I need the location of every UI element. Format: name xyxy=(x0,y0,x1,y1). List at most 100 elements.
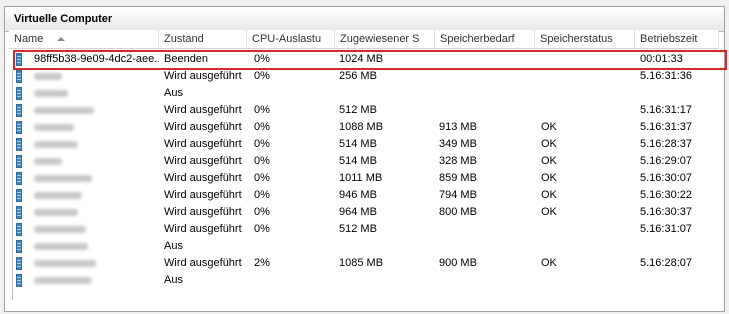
vm-status: OK xyxy=(541,121,557,133)
redacted-vm-name xyxy=(34,124,74,131)
vm-row[interactable]: Aus xyxy=(9,272,719,289)
vm-uptime: 5.16:31:17 xyxy=(640,104,692,116)
vm-status: OK xyxy=(541,172,557,184)
vm-cpu: 0% xyxy=(254,223,270,235)
vm-assigned: 1085 MB xyxy=(339,257,384,269)
vm-assigned: 256 MB xyxy=(339,70,377,82)
virtual-machine-icon xyxy=(16,172,22,185)
vm-state: Wird ausgeführt xyxy=(164,121,242,133)
column-header: Name Zustand CPU-Auslastu Zugewiesener S… xyxy=(9,30,719,49)
column-cpu-label: CPU-Auslastu xyxy=(252,33,322,45)
vm-row[interactable]: Aus xyxy=(9,85,719,102)
vm-row[interactable]: Aus xyxy=(9,238,719,255)
virtual-machine-icon xyxy=(16,257,22,270)
virtual-machine-icon xyxy=(16,223,22,236)
redacted-vm-name xyxy=(34,226,86,233)
vm-state: Wird ausgeführt xyxy=(164,104,242,116)
vm-state: Wird ausgeführt xyxy=(164,223,242,235)
vm-cpu: 0% xyxy=(254,172,270,184)
vm-row[interactable]: Wird ausgeführt 0% 1088 MB 913 MB OK 5.16:31:… xyxy=(9,119,719,136)
virtual-machine-icon xyxy=(16,138,22,151)
redacted-vm-name xyxy=(34,192,82,199)
vm-row[interactable]: Wird ausgeführt 0% 512 MB 5.16:31:07 xyxy=(9,221,719,238)
panel-title: Virtuelle Computer xyxy=(14,13,113,25)
virtual-machine-icon xyxy=(16,155,22,168)
vm-uptime: 5.16:28:37 xyxy=(640,138,692,150)
vm-state: Wird ausgeführt xyxy=(164,155,242,167)
column-memory-status[interactable]: Speicherstatus xyxy=(535,30,635,48)
vm-assigned: 512 MB xyxy=(339,104,377,116)
redacted-vm-name xyxy=(34,141,78,148)
redacted-vm-name xyxy=(34,90,68,97)
vm-cpu: 0% xyxy=(254,70,270,82)
vm-row[interactable]: Wird ausgeführt 0% 514 MB 349 MB OK 5.16:28:3… xyxy=(9,136,719,153)
virtual-machine-icon xyxy=(16,121,22,134)
vm-state: Wird ausgeführt xyxy=(164,172,242,184)
vm-cpu: 0% xyxy=(254,155,270,167)
vm-demand: 349 MB xyxy=(439,138,477,150)
vm-row[interactable]: Wird ausgeführt 0% 1011 MB 859 MB OK 5.16:30:… xyxy=(9,170,719,187)
vm-status: OK xyxy=(541,257,557,269)
vm-uptime: 5.16:30:22 xyxy=(640,189,692,201)
vm-state: Aus xyxy=(164,87,183,99)
vm-row[interactable]: Wird ausgeführt 0% 256 MB 5.16:31:36 xyxy=(9,68,719,85)
vm-cpu: 0% xyxy=(254,138,270,150)
virtual-machine-icon xyxy=(16,104,22,117)
vm-cpu: 0% xyxy=(254,206,270,218)
vm-state: Aus xyxy=(164,274,183,286)
column-memory-demand[interactable]: Speicherbedarf xyxy=(435,30,535,48)
column-assigned-memory[interactable]: Zugewiesener S xyxy=(335,30,435,48)
vm-cpu: 0% xyxy=(254,104,270,116)
vm-state: Wird ausgeführt xyxy=(164,70,242,82)
column-name[interactable]: Name xyxy=(9,30,159,48)
vm-uptime: 5.16:31:36 xyxy=(640,70,692,82)
virtual-machine-icon xyxy=(16,240,22,253)
column-state-label: Zustand xyxy=(164,33,204,45)
vm-uptime: 5.16:30:07 xyxy=(640,172,692,184)
vm-status: OK xyxy=(541,155,557,167)
vm-row[interactable]: Wird ausgeführt 0% 512 MB 5.16:31:17 xyxy=(9,102,719,119)
virtual-machine-icon xyxy=(16,87,22,100)
column-memory-demand-label: Speicherbedarf xyxy=(440,33,515,45)
vm-uptime: 5.16:31:37 xyxy=(640,121,692,133)
vm-status: OK xyxy=(541,206,557,218)
redacted-vm-name xyxy=(34,175,92,182)
vm-uptime: 5.16:29:07 xyxy=(640,155,692,167)
selection-highlight xyxy=(13,50,727,70)
column-assigned-memory-label: Zugewiesener S xyxy=(340,33,420,45)
vm-assigned: 514 MB xyxy=(339,155,377,167)
vm-assigned: 964 MB xyxy=(339,206,377,218)
vm-demand: 800 MB xyxy=(439,206,477,218)
vm-state: Aus xyxy=(164,240,183,252)
redacted-vm-name xyxy=(34,243,88,250)
virtual-machine-icon xyxy=(16,70,22,83)
vm-uptime: 5.16:30:37 xyxy=(640,206,692,218)
vm-assigned: 512 MB xyxy=(339,223,377,235)
virtual-machine-icon xyxy=(16,274,22,287)
sort-ascending-icon xyxy=(57,37,66,42)
vm-row[interactable]: Wird ausgeführt 0% 946 MB 794 MB OK 5.16:30:2… xyxy=(9,187,719,204)
vm-demand: 900 MB xyxy=(439,257,477,269)
vm-uptime: 5.16:28:07 xyxy=(640,257,692,269)
column-name-label: Name xyxy=(14,33,44,45)
vm-demand: 859 MB xyxy=(439,172,477,184)
vm-state: Wird ausgeführt xyxy=(164,138,242,150)
column-cpu[interactable]: CPU-Auslastu xyxy=(247,30,335,48)
column-uptime[interactable]: Betriebszeit xyxy=(635,30,719,48)
vm-uptime: 5.16:31:07 xyxy=(640,223,692,235)
panel-titlebar: Virtuelle Computer xyxy=(5,7,724,32)
redacted-vm-name xyxy=(34,73,62,80)
column-state[interactable]: Zustand xyxy=(159,30,247,48)
vm-assigned: 1011 MB xyxy=(339,172,383,184)
column-uptime-label: Betriebszeit xyxy=(640,33,698,45)
redacted-vm-name xyxy=(34,260,96,267)
vm-state: Wird ausgeführt xyxy=(164,189,242,201)
vm-state: Wird ausgeführt xyxy=(164,206,242,218)
vm-row[interactable]: Wird ausgeführt 0% 964 MB 800 MB OK 5.16:30:3… xyxy=(9,204,719,221)
vm-row[interactable]: Wird ausgeführt 2% 1085 MB 900 MB OK 5.16:28:… xyxy=(9,255,719,272)
vm-demand: 794 MB xyxy=(439,189,477,201)
vm-state: Wird ausgeführt xyxy=(164,257,242,269)
vm-row[interactable]: Wird ausgeführt 0% 514 MB 328 MB OK 5.16:29:0… xyxy=(9,153,719,170)
vm-cpu: 0% xyxy=(254,121,270,133)
column-memory-status-label: Speicherstatus xyxy=(540,33,613,45)
